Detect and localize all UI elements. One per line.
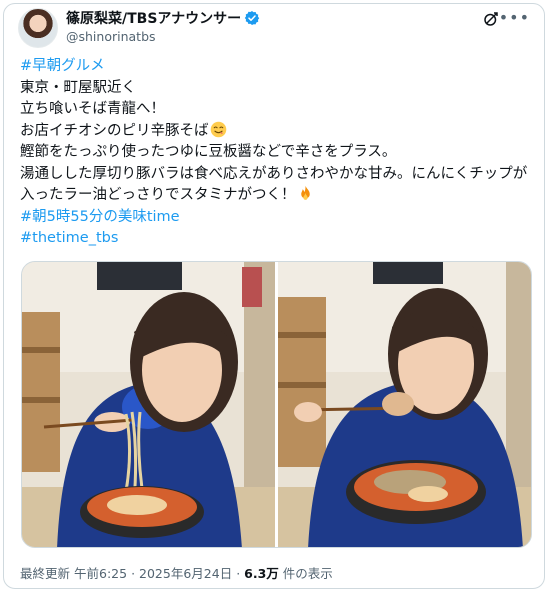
name-row: 篠原梨菜/TBSアナウンサー xyxy=(66,9,260,27)
grok-icon[interactable] xyxy=(482,10,500,28)
post-date[interactable]: 2025年6月24日 xyxy=(139,566,232,581)
post-line: 鰹節をたっぷり使ったつゆに豆板醤などで辛さをプラス。 xyxy=(20,144,397,160)
post-line-with-emoji: 湯通しした厚切り豚バラは食べ応えがありさわやかな甘み。にんにくチップが入ったラー… xyxy=(20,164,532,207)
post-meta: 最終更新 午前6:25 · 2025年6月24日 · 6.3万 件の表示 xyxy=(20,563,333,582)
post-line: 立ち喰いそば青龍へ！ xyxy=(20,101,165,117)
meta-separator: · xyxy=(236,566,241,581)
user-handle[interactable]: @shinorinatbs xyxy=(66,29,156,44)
media-grid xyxy=(21,261,532,548)
meta-separator: · xyxy=(131,566,136,581)
photo-2[interactable] xyxy=(278,262,531,547)
avatar[interactable] xyxy=(18,8,58,48)
verified-badge-icon xyxy=(244,11,260,25)
post-time[interactable]: 午前6:25 xyxy=(74,566,127,581)
display-name[interactable]: 篠原梨菜/TBSアナウンサー xyxy=(66,8,241,28)
post-header: 篠原梨菜/TBSアナウンサー @shinorinatbs ••• xyxy=(18,8,534,48)
face-savoring-food-emoji xyxy=(210,121,226,137)
photo-1[interactable] xyxy=(22,262,275,547)
fire-emoji xyxy=(300,185,310,200)
post-card[interactable]: 篠原梨菜/TBSアナウンサー @shinorinatbs ••• #早朝グルメ … xyxy=(3,3,545,589)
views-label: 件の表示 xyxy=(278,566,333,581)
updated-label: 最終更新 xyxy=(20,566,71,581)
post-line-text: 湯通しした厚切り豚バラは食べ応えがありさわやかな甘み。にんにくチップが入ったラー… xyxy=(20,165,528,204)
more-icon[interactable]: ••• xyxy=(499,8,530,27)
post-line: 東京・町屋駅近く xyxy=(20,79,136,96)
post-line-text: お店イチオシのピリ辛豚そば xyxy=(20,122,209,139)
hashtag-link[interactable]: #早朝グルメ xyxy=(20,56,532,78)
hashtag-link[interactable]: #朝5時55分の美味time xyxy=(20,207,532,229)
post-text: #早朝グルメ 東京・町屋駅近く 立ち喰いそば青龍へ！ お店イチオシのピリ辛豚そば… xyxy=(20,56,532,250)
views-count[interactable]: 6.3万 xyxy=(244,566,279,581)
hashtag-link[interactable]: #thetime_tbs xyxy=(20,228,532,250)
post-line-with-emoji: お店イチオシのピリ辛豚そば xyxy=(20,121,532,143)
